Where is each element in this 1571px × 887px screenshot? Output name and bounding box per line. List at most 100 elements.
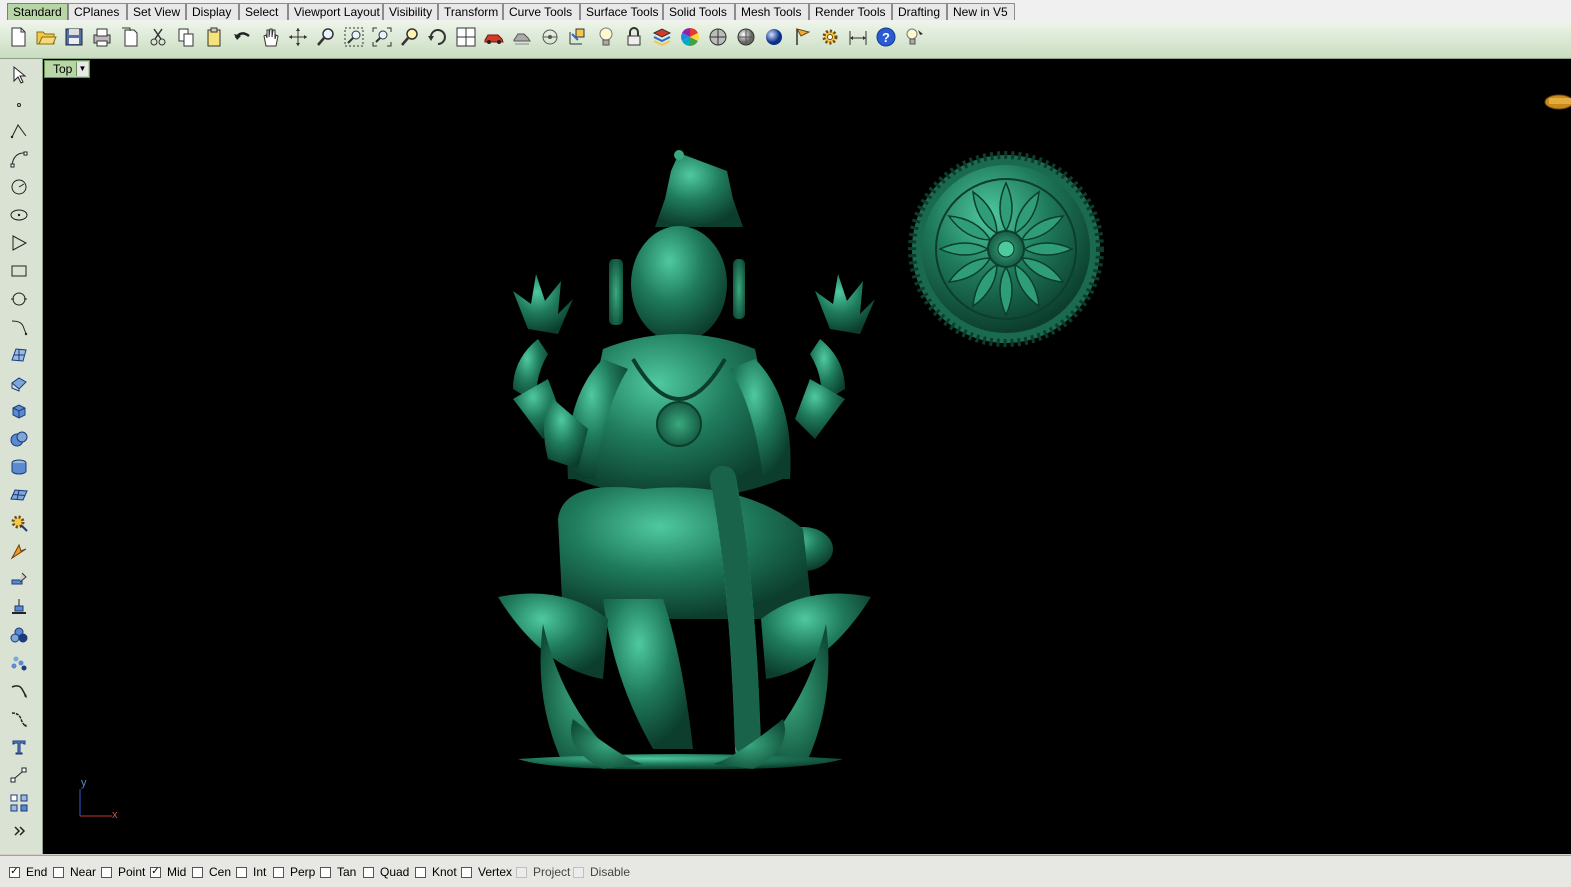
osnap-cen-checkbox[interactable] [192, 866, 203, 878]
print-icon[interactable] [89, 24, 115, 50]
osnap-cen[interactable]: Cen [192, 864, 231, 880]
cut-icon[interactable] [145, 24, 171, 50]
tab-surface-tools[interactable]: Surface Tools [580, 3, 663, 20]
polygon-icon[interactable] [6, 231, 32, 255]
save-icon[interactable] [61, 24, 87, 50]
solid-box-icon[interactable] [6, 399, 32, 423]
tab-standard[interactable]: Standard [7, 3, 68, 20]
array-grid-icon[interactable] [6, 791, 32, 815]
boolean-union-icon[interactable] [6, 427, 32, 451]
tab-drafting[interactable]: Drafting [892, 3, 947, 20]
osnap-disable-checkbox[interactable] [573, 866, 584, 878]
sphere-rendered-icon[interactable] [733, 24, 759, 50]
lock-icon[interactable] [621, 24, 647, 50]
tab-visibility[interactable]: Visibility [383, 3, 438, 20]
options-gear-icon[interactable] [817, 24, 843, 50]
tab-viewport-layout[interactable]: Viewport Layout [288, 3, 383, 20]
point-icon[interactable] [6, 91, 32, 115]
osnap-tan-checkbox[interactable] [320, 866, 331, 878]
edit-tool-icon[interactable] [6, 595, 32, 619]
tab-mesh-tools[interactable]: Mesh Tools [735, 3, 809, 20]
tab-select[interactable]: Select [239, 3, 288, 20]
group-icon[interactable] [6, 623, 32, 647]
tab-new-in-v5[interactable]: New in V5 [947, 3, 1015, 20]
osnap-point-checkbox[interactable] [101, 866, 112, 878]
open-folder-icon[interactable] [33, 24, 59, 50]
curve-fillet-icon[interactable] [6, 315, 32, 339]
select-arrow-icon[interactable] [6, 63, 32, 87]
top-viewport[interactable]: Top ▼ y x [43, 59, 1571, 854]
scale-icon[interactable] [6, 763, 32, 787]
extrude-surface-icon[interactable] [6, 371, 32, 395]
clipboard-icon[interactable] [201, 24, 227, 50]
drafting-tool-icon[interactable] [6, 567, 32, 591]
osnap-end[interactable]: ✓ End [9, 864, 47, 880]
deity-relief-model[interactable] [498, 150, 875, 770]
osnap-near[interactable]: Near [53, 864, 96, 880]
more-chevron-icon[interactable] [6, 819, 32, 843]
osnap-knot[interactable]: Knot [415, 864, 457, 880]
zoom-selected-icon[interactable] [397, 24, 423, 50]
dimension-icon[interactable] [845, 24, 871, 50]
osnap-near-checkbox[interactable] [53, 866, 64, 878]
rotate-view-icon[interactable] [285, 24, 311, 50]
osnap-mid-checkbox[interactable]: ✓ [150, 866, 161, 878]
mesh-icon[interactable] [6, 483, 32, 507]
tab-transform[interactable]: Transform [438, 3, 503, 20]
tab-solid-tools[interactable]: Solid Tools [663, 3, 735, 20]
four-viewports-icon[interactable] [453, 24, 479, 50]
copy-icon[interactable] [173, 24, 199, 50]
show-objects-icon[interactable] [537, 24, 563, 50]
array-icon[interactable] [6, 651, 32, 675]
pan-hand-icon[interactable] [257, 24, 283, 50]
tab-display[interactable]: Display [186, 3, 239, 20]
osnap-mid[interactable]: ✓ Mid [150, 864, 186, 880]
tab-set-view[interactable]: Set View [127, 3, 186, 20]
rectangle-icon[interactable] [6, 259, 32, 283]
polyline-icon[interactable] [6, 119, 32, 143]
zoom-extents-icon[interactable] [369, 24, 395, 50]
tab-cplanes[interactable]: CPlanes [68, 3, 127, 20]
circle-icon[interactable] [6, 175, 32, 199]
osnap-quad-checkbox[interactable] [363, 866, 374, 878]
osnap-vertex-checkbox[interactable] [461, 866, 472, 878]
help-icon[interactable]: ? [873, 24, 899, 50]
new-file-icon[interactable] [5, 24, 31, 50]
sphere-shaded-icon[interactable] [705, 24, 731, 50]
osnap-perp[interactable]: Perp [273, 864, 315, 880]
osnap-project[interactable]: Project [516, 864, 570, 880]
undo-icon[interactable] [229, 24, 255, 50]
curve-control-points-icon[interactable] [6, 147, 32, 171]
osnap-disable[interactable]: Disable [573, 864, 630, 880]
paste-page-icon[interactable] [117, 24, 143, 50]
cplane-icon[interactable] [565, 24, 591, 50]
hide-objects-icon[interactable] [509, 24, 535, 50]
osnap-int-checkbox[interactable] [236, 866, 247, 878]
text-icon[interactable] [6, 735, 32, 759]
surface-points-icon[interactable] [6, 343, 32, 367]
rotate-view-arrows-icon[interactable] [425, 24, 451, 50]
osnap-knot-checkbox[interactable] [415, 866, 426, 878]
car-icon[interactable] [481, 24, 507, 50]
render-flag-icon[interactable] [789, 24, 815, 50]
osnap-end-checkbox[interactable]: ✓ [9, 866, 20, 878]
osnap-tan[interactable]: Tan [320, 864, 356, 880]
osnap-quad[interactable]: Quad [363, 864, 409, 880]
offscreen-object-fragment[interactable] [1544, 94, 1571, 110]
blue-sphere-icon[interactable] [761, 24, 787, 50]
osnap-vertex[interactable]: Vertex [461, 864, 512, 880]
tool-tips-icon[interactable] [901, 24, 927, 50]
curve-from-object-icon[interactable] [6, 679, 32, 703]
layer-book-icon[interactable] [649, 24, 675, 50]
render-arrow-icon[interactable] [6, 539, 32, 563]
solid-cylinder-icon[interactable] [6, 455, 32, 479]
osnap-point[interactable]: Point [101, 864, 145, 880]
mandala-medallion-model[interactable] [908, 151, 1104, 347]
tab-curve-tools[interactable]: Curve Tools [503, 3, 580, 20]
gear-transform-icon[interactable] [6, 511, 32, 535]
osnap-int[interactable]: Int [236, 864, 266, 880]
arc-icon[interactable] [6, 287, 32, 311]
zoom-dynamic-icon[interactable] [313, 24, 339, 50]
fillet-curve-icon[interactable] [6, 707, 32, 731]
light-bulb-icon[interactable] [593, 24, 619, 50]
